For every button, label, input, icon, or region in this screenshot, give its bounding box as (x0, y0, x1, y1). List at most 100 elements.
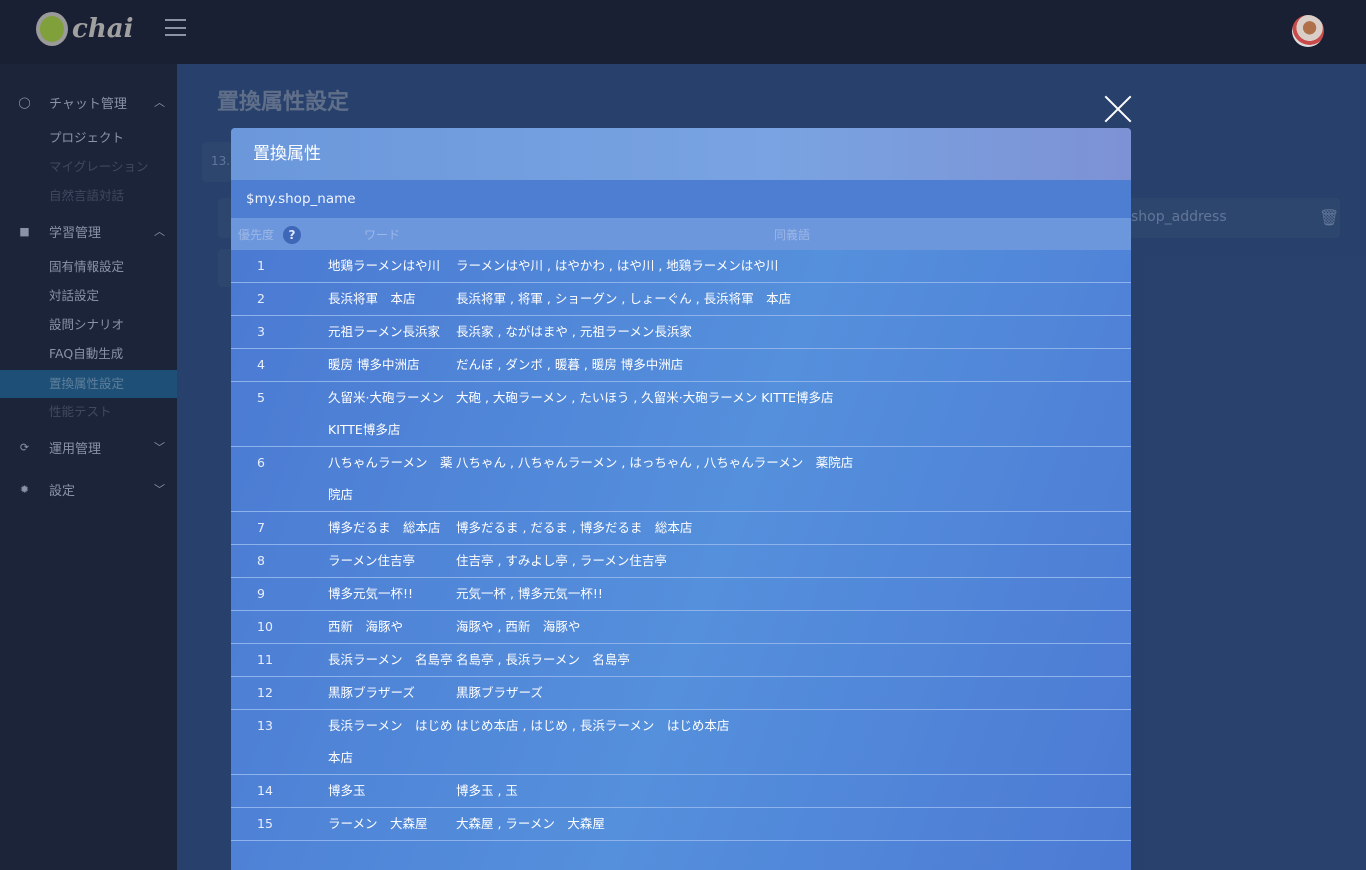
table-row[interactable]: 4 暖房 博多中洲店 だんぼ , ダンボ , 暖暮 , 暖房 博多中洲店 (231, 349, 1131, 382)
table-row[interactable]: 10 西新 海豚や 海豚や , 西新 海豚や (231, 611, 1131, 644)
section-label: 運用管理 (49, 441, 102, 457)
row-synonyms: 八ちゃん , 八ちゃんラーメン , はっちゃん , 八ちゃんラーメン 薬院店 (456, 455, 854, 470)
table-header: 優先度 ? ワード 同義語 (231, 218, 1131, 250)
logo-mark (36, 12, 68, 46)
sidebar-section-learning[interactable]: ■ 学習管理 ︿ (0, 219, 177, 243)
chevron-up-icon: ︿ (154, 225, 165, 238)
sidebar-item-migration: マイグレーション (49, 159, 149, 174)
row-synonyms: 大森屋 , ラーメン 大森屋 (456, 816, 605, 831)
chevron-up-icon: ︿ (154, 96, 165, 109)
row-rank: 15 (257, 816, 273, 831)
row-rank: 6 (257, 455, 265, 470)
chai-logo[interactable]: chai (36, 12, 133, 46)
sidebar-section-chat[interactable]: ◯ チャット管理 ︿ (0, 90, 177, 114)
sidebar-section-settings[interactable]: ✹ 設定 ﹀ (0, 477, 177, 501)
section-label: 設定 (49, 483, 76, 499)
row-synonyms: 元気一杯 , 博多元気一杯!! (456, 586, 603, 601)
sync-icon: ⟳ (19, 440, 30, 454)
row-synonyms: 博多だるま , だるま , 博多だるま 総本店 (456, 520, 693, 535)
section-label: チャット管理 (49, 96, 127, 112)
sidebar-item-faq[interactable]: FAQ自動生成 (0, 341, 177, 367)
row-word: 黒豚ブラザーズ (328, 685, 415, 700)
table-row[interactable]: 5 久留米·大砲ラーメン KITTE博多店 大砲 , 大砲ラーメン , たいほう ,… (231, 382, 1131, 447)
table-row[interactable]: 12 黒豚ブラザーズ 黒豚ブラザーズ (231, 677, 1131, 710)
row-word: 博多元気一杯!! (328, 586, 414, 601)
table-row[interactable]: 3 元祖ラーメン長浜家 長浜家 , ながはまや , 元祖ラーメン長浜家 (231, 316, 1131, 349)
row-word: 久留米·大砲ラーメン KITTE博多店 (328, 390, 444, 437)
row-rank: 14 (257, 783, 273, 798)
section-label: 学習管理 (49, 225, 102, 241)
row-word: 博多だるま 総本店 (328, 520, 441, 535)
row-synonyms: 黒豚ブラザーズ (456, 685, 543, 700)
row-word: 八ちゃんラーメン 薬院店 (328, 455, 453, 502)
help-icon[interactable]: ? (283, 226, 301, 244)
table-row[interactable]: 13 長浜ラーメン はじめ本店 はじめ本店 , はじめ , 長浜ラーメン はじめ本店 (231, 710, 1131, 775)
sidebar-item-dialog[interactable]: 対話設定 (0, 283, 177, 309)
sidebar-section-operation[interactable]: ⟳ 運用管理 ﹀ (0, 435, 177, 459)
row-word: 長浜ラーメン 名島亭 (328, 652, 453, 667)
table-row[interactable]: 14 博多玉 博多玉 , 玉 (231, 775, 1131, 808)
row-rank: 13 (257, 718, 273, 733)
row-word: ラーメン住吉亭 (328, 553, 416, 568)
table-row[interactable]: 9 博多元気一杯!! 元気一杯 , 博多元気一杯!! (231, 578, 1131, 611)
row-synonyms: 長浜将軍 , 将軍 , ショーグン , しょーぐん , 長浜将軍 本店 (456, 291, 792, 306)
user-avatar[interactable] (1292, 15, 1324, 47)
replace-attribute-modal: 置換属性 $my.shop_name 優先度 ? ワード 同義語 1 地鶏ラーメン… (231, 128, 1131, 870)
sidebar: ◯ チャット管理 ︿ プロジェクト マイグレーション 自然言語対話 ■ 学習管理 ︿ 固… (0, 64, 177, 870)
row-synonyms: 長浜家 , ながはまや , 元祖ラーメン長浜家 (456, 324, 692, 339)
sidebar-item-perf-test: 性能テスト (49, 404, 112, 419)
row-word: ラーメン 大森屋 (328, 816, 428, 831)
row-rank: 12 (257, 685, 273, 700)
bookmark-icon: ■ (19, 224, 30, 238)
sidebar-item-project[interactable]: プロジェクト (0, 125, 177, 151)
row-synonyms: だんぼ , ダンボ , 暖暮 , 暖房 博多中洲店 (456, 357, 684, 372)
table-row[interactable]: 6 八ちゃんラーメン 薬院店 八ちゃん , 八ちゃんラーメン , はっちゃん , 八… (231, 447, 1131, 512)
top-bar: chai (0, 0, 1366, 64)
row-rank: 3 (257, 324, 265, 339)
row-rank: 4 (257, 357, 265, 372)
logo-text: chai (72, 14, 134, 44)
row-synonyms: はじめ本店 , はじめ , 長浜ラーメン はじめ本店 (456, 718, 730, 733)
chat-bubble-icon: ◯ (18, 95, 31, 109)
col-synonyms: 同義語 (774, 228, 811, 242)
row-rank: 11 (257, 652, 273, 667)
row-word: 博多玉 (328, 783, 366, 798)
row-synonyms: ラーメンはや川 , はやかわ , はや川 , 地鶏ラーメンはや川 (456, 258, 779, 273)
chevron-down-icon: ﹀ (154, 483, 165, 496)
variable-name: $my.shop_name (231, 180, 1131, 218)
table-row[interactable]: 11 長浜ラーメン 名島亭 名島亭 , 長浜ラーメン 名島亭 (231, 644, 1131, 677)
sidebar-item-replace-attr[interactable]: 置換属性設定 (0, 370, 177, 398)
row-rank: 10 (257, 619, 273, 634)
hamburger-menu-icon[interactable] (165, 19, 186, 36)
table-row[interactable]: 8 ラーメン住吉亭 住吉亭 , すみよし亭 , ラーメン住吉亭 (231, 545, 1131, 578)
row-word: 長浜将軍 本店 (328, 291, 416, 306)
row-rank: 7 (257, 520, 265, 535)
table-row[interactable]: 2 長浜将軍 本店 長浜将軍 , 将軍 , ショーグン , しょーぐん , 長浜将軍… (231, 283, 1131, 316)
row-word: 元祖ラーメン長浜家 (328, 324, 441, 339)
row-rank: 5 (257, 390, 265, 405)
row-word: 地鶏ラーメンはや川 (328, 258, 441, 273)
row-word: 西新 海豚や (328, 619, 404, 634)
row-synonyms: 名島亭 , 長浜ラーメン 名島亭 (456, 652, 630, 667)
row-word: 長浜ラーメン はじめ本店 (328, 718, 453, 765)
sidebar-item-scenario[interactable]: 設問シナリオ (0, 312, 177, 338)
row-synonyms: 博多玉 , 玉 (456, 783, 518, 798)
table-row[interactable]: 7 博多だるま 総本店 博多だるま , だるま , 博多だるま 総本店 (231, 512, 1131, 545)
close-icon[interactable] (1104, 95, 1132, 123)
modal-title: 置換属性 (231, 128, 1131, 180)
col-word: ワード (364, 228, 401, 242)
table-body: 1 地鶏ラーメンはや川 ラーメンはや川 , はやかわ , はや川 , 地鶏ラーメンは… (231, 250, 1131, 841)
row-rank: 9 (257, 586, 265, 601)
row-rank: 2 (257, 291, 265, 306)
row-rank: 1 (257, 258, 265, 273)
table-row[interactable]: 15 ラーメン 大森屋 大森屋 , ラーメン 大森屋 (231, 808, 1131, 841)
gear-icon: ✹ (19, 482, 30, 496)
chevron-down-icon: ﹀ (154, 441, 165, 454)
row-synonyms: 海豚や , 西新 海豚や (456, 619, 581, 634)
row-word: 暖房 博多中洲店 (328, 357, 420, 372)
sidebar-item-nlp: 自然言語対話 (49, 188, 125, 203)
row-synonyms: 大砲 , 大砲ラーメン , たいほう , 久留米·大砲ラーメン KITTE博多店 (456, 390, 834, 405)
sidebar-item-unique-info[interactable]: 固有情報設定 (0, 254, 177, 280)
table-row[interactable]: 1 地鶏ラーメンはや川 ラーメンはや川 , はやかわ , はや川 , 地鶏ラーメンは… (231, 250, 1131, 283)
row-rank: 8 (257, 553, 265, 568)
